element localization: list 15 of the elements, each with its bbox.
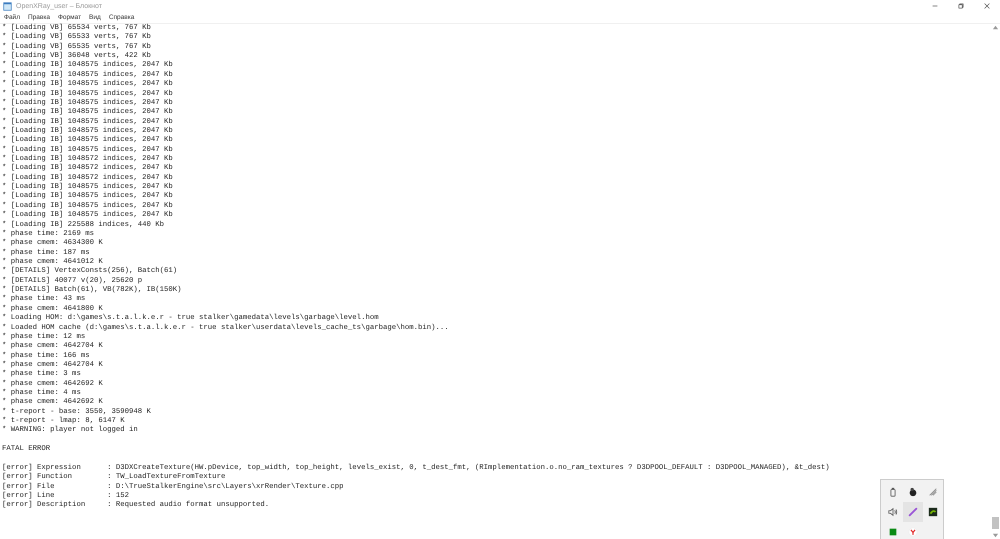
app-icon[interactable] xyxy=(908,487,918,497)
square-icon[interactable] xyxy=(888,527,898,537)
restore-icon[interactable] xyxy=(958,3,964,9)
notepad-icon xyxy=(3,2,12,10)
scroll-up-icon[interactable] xyxy=(992,24,999,31)
signal-icon[interactable] xyxy=(928,487,938,497)
pen-icon[interactable] xyxy=(908,507,918,517)
close-icon[interactable] xyxy=(984,3,990,9)
minimize-icon[interactable] xyxy=(932,3,938,9)
fork-icon[interactable] xyxy=(908,527,918,537)
scrollbar-thumb[interactable] xyxy=(992,517,999,529)
monitor-icon[interactable] xyxy=(928,507,938,517)
speaker-icon[interactable] xyxy=(888,507,898,517)
usb-drive-icon[interactable] xyxy=(888,487,898,497)
scroll-down-icon[interactable] xyxy=(992,532,999,539)
